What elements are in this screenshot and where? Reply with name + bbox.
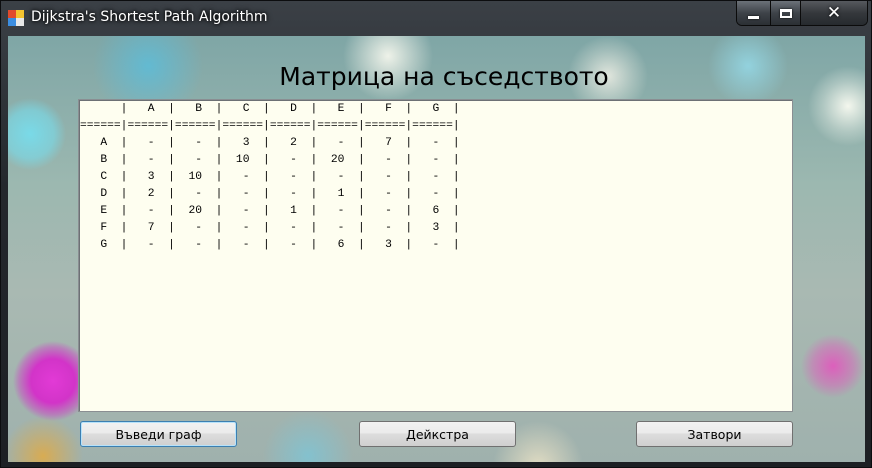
matrix-row: C | 3 | 10 | - | - | - | - | - | bbox=[80, 171, 460, 183]
enter-graph-button[interactable]: Въведи граф bbox=[80, 421, 237, 447]
close-icon: ✕ bbox=[826, 3, 842, 23]
matrix-row: E | - | 20 | - | 1 | - | - | 6 | bbox=[80, 205, 460, 217]
app-icon[interactable] bbox=[8, 10, 24, 26]
page-title: Матрица на съседството bbox=[279, 62, 609, 91]
maximize-button[interactable] bbox=[770, 1, 800, 25]
maximize-icon bbox=[779, 8, 792, 18]
minimize-icon bbox=[748, 15, 759, 19]
matrix-header-row: | A | B | C | D | E | F | G | bbox=[80, 103, 460, 115]
close-button[interactable]: Затвори bbox=[636, 421, 793, 447]
matrix-row: F | 7 | - | - | - | - | - | 3 | bbox=[80, 222, 460, 234]
caption-buttons: ✕ bbox=[736, 1, 868, 26]
window-title: Dijkstra's Shortest Path Algorithm bbox=[31, 9, 268, 25]
adjacency-matrix: | A | B | C | D | E | F | G | ======|===… bbox=[79, 100, 792, 254]
close-window-button[interactable]: ✕ bbox=[800, 1, 867, 25]
client-area: Матрица на съседството | A | B | C | D |… bbox=[8, 36, 865, 462]
dijkstra-button[interactable]: Дейкстра bbox=[359, 421, 516, 447]
matrix-row: B | - | - | 10 | - | 20 | - | - | bbox=[80, 154, 460, 166]
matrix-separator: ======|======|======|======|======|=====… bbox=[80, 120, 460, 132]
adjacency-matrix-textbox[interactable]: | A | B | C | D | E | F | G | ======|===… bbox=[78, 99, 793, 412]
matrix-row: A | - | - | 3 | 2 | - | 7 | - | bbox=[80, 137, 460, 149]
matrix-row: G | - | - | - | - | 6 | 3 | - | bbox=[80, 239, 460, 251]
title-bar[interactable]: Dijkstra's Shortest Path Algorithm ✕ bbox=[1, 1, 871, 35]
minimize-button[interactable] bbox=[737, 1, 770, 25]
matrix-row: D | 2 | - | - | - | 1 | - | - | bbox=[80, 188, 460, 200]
app-window: Dijkstra's Shortest Path Algorithm ✕ Мат… bbox=[0, 0, 872, 468]
